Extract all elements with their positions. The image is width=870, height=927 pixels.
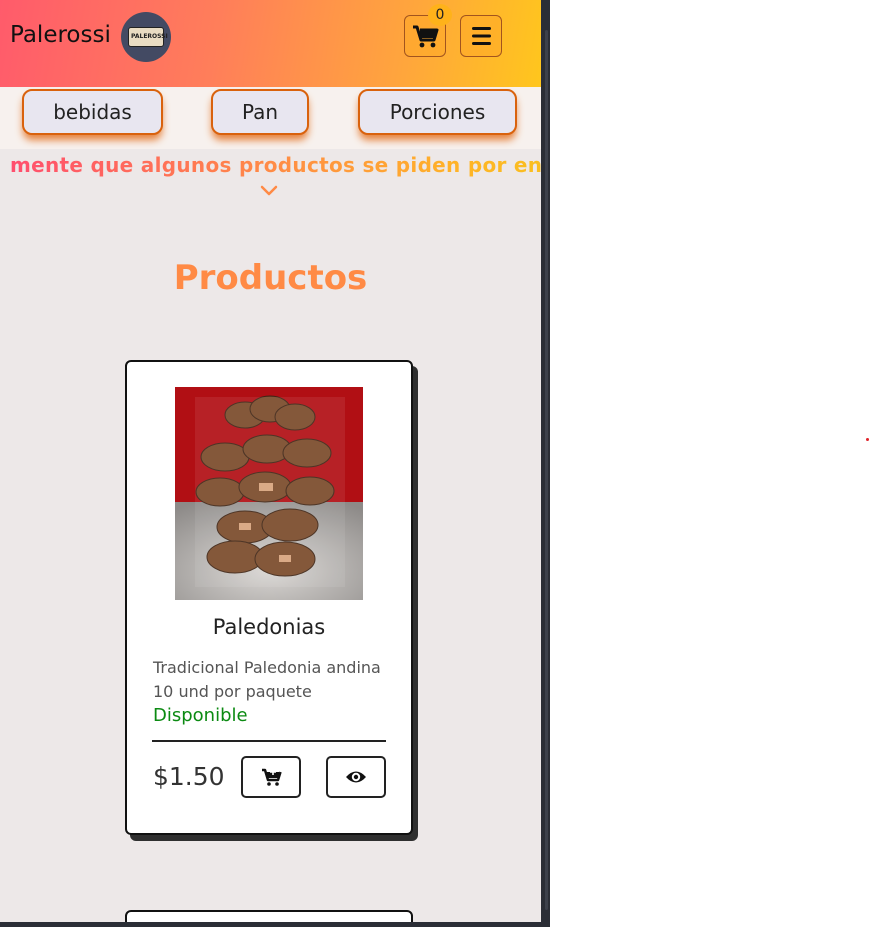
logo-text: PALEROSSI — [131, 33, 168, 40]
add-to-cart-icon — [262, 768, 282, 786]
eye-icon — [346, 771, 366, 783]
app-viewport: Palerossi PALEROSSI 0 bebidas Pan Porcio… — [0, 0, 541, 922]
category-bar: bebidas Pan Porciones — [0, 87, 541, 149]
notice-marquee: mente que algunos productos se piden por… — [0, 151, 541, 181]
product-price: $1.50 — [153, 762, 225, 791]
logo-badge: PALEROSSI — [128, 27, 168, 47]
product-card — [125, 910, 413, 922]
category-bebidas-button[interactable]: bebidas — [22, 89, 163, 135]
card-divider — [152, 740, 386, 742]
add-to-cart-button[interactable] — [241, 756, 301, 798]
cursor-dot — [866, 438, 869, 441]
product-description-line2: 10 und por paquete — [153, 682, 312, 701]
category-pan-button[interactable]: Pan — [211, 89, 309, 135]
chevron-down-icon[interactable] — [259, 184, 279, 198]
brand-name[interactable]: Palerossi — [10, 22, 111, 48]
window-bottom-edge — [0, 922, 550, 927]
product-card: Paledonias Tradicional Paledonia andina … — [125, 360, 413, 835]
availability-status: Disponible — [153, 705, 248, 726]
view-details-button[interactable] — [326, 756, 386, 798]
menu-button[interactable] — [460, 15, 502, 57]
notice-text: mente que algunos productos se piden por… — [10, 153, 541, 177]
product-photo-illustration — [175, 387, 363, 600]
category-porciones-button[interactable]: Porciones — [358, 89, 517, 135]
section-title: Productos — [173, 258, 368, 298]
scrollbar-thumb[interactable] — [545, 30, 548, 910]
product-description-line1: Tradicional Paledonia andina — [153, 658, 381, 677]
product-description: Tradicional Paledonia andina 10 und por … — [153, 656, 393, 704]
hamburger-menu-icon — [472, 27, 491, 45]
cart-count-badge: 0 — [428, 4, 452, 26]
product-name: Paledonias — [212, 615, 326, 639]
top-header: Palerossi PALEROSSI 0 — [0, 0, 541, 87]
vertical-scrollbar[interactable] — [541, 0, 550, 927]
brand-logo[interactable]: PALEROSSI — [121, 12, 171, 62]
product-image[interactable] — [175, 387, 363, 600]
